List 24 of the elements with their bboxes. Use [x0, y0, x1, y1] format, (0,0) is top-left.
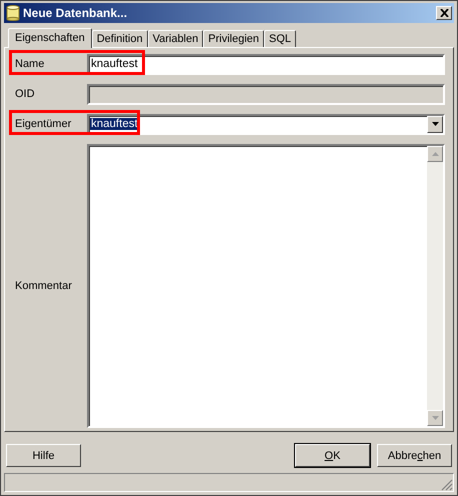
- tab[interactable]: SQL: [264, 30, 296, 47]
- field-label: OID: [14, 88, 36, 100]
- window-title: Neue Datenbank...: [23, 6, 128, 20]
- comment-field[interactable]: [87, 144, 445, 428]
- scroll-down-icon: [432, 416, 438, 420]
- field-label: Name: [14, 58, 46, 70]
- tab[interactable]: Definition: [92, 30, 148, 47]
- scroll-up-icon: [432, 152, 438, 156]
- dialog-button[interactable]: Hilfe: [6, 444, 81, 468]
- input-field[interactable]: knauftest: [87, 54, 445, 75]
- dialog-button[interactable]: Abbrechen: [377, 444, 452, 468]
- dialog-button[interactable]: OK: [295, 444, 370, 468]
- close-icon: [440, 8, 448, 17]
- close-button[interactable]: [436, 6, 452, 20]
- tab[interactable]: Privilegien: [203, 30, 264, 47]
- dropdown-field[interactable]: knauftest: [87, 114, 445, 135]
- field-label: Kommentar: [14, 280, 73, 292]
- dropdown-button[interactable]: [427, 116, 443, 133]
- tab[interactable]: Variablen: [148, 30, 204, 47]
- caret-icon: [432, 122, 438, 126]
- database-icon: [6, 4, 20, 21]
- field-label: Eigentümer: [14, 118, 72, 130]
- scrollbar[interactable]: [427, 146, 443, 426]
- tab[interactable]: Eigenschaften: [8, 28, 92, 48]
